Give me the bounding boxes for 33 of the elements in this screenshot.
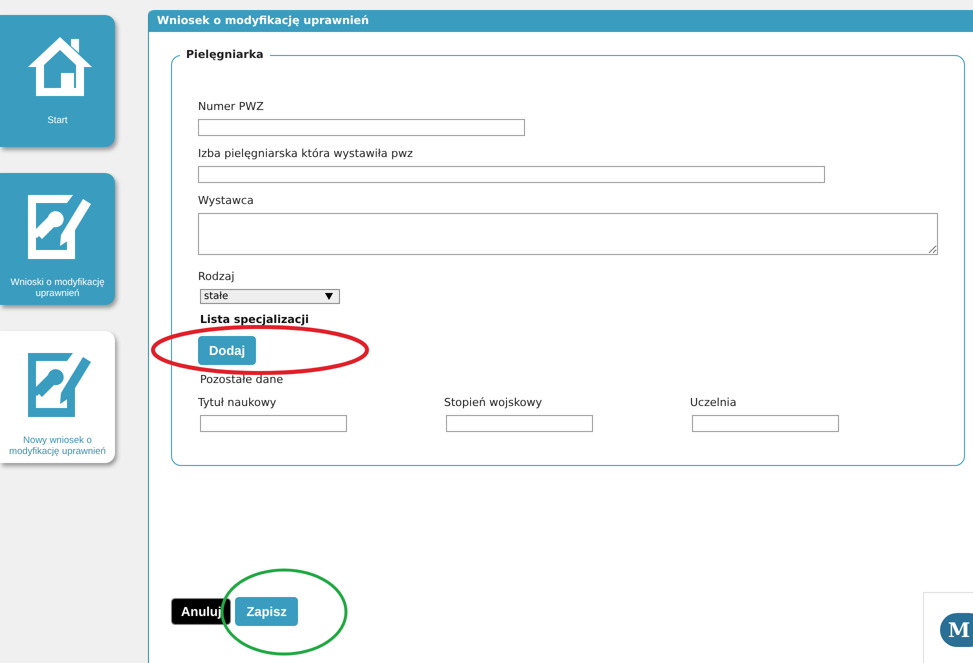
field-label: Stopień wojskowy	[444, 396, 544, 409]
sidebar-tile[interactable]: Start	[0, 15, 115, 147]
field-label: Rodzaj	[198, 270, 234, 283]
sidebar-tile[interactable]: Wnioski o modyfikację uprawnień	[0, 173, 115, 305]
text-area[interactable]	[198, 213, 938, 255]
input-field[interactable]	[200, 415, 347, 432]
fieldset-legend: Pielęgniarka	[180, 48, 270, 61]
chat-widget[interactable]: M	[923, 592, 973, 663]
input-field[interactable]	[446, 415, 593, 432]
input-field[interactable]	[198, 166, 825, 183]
dropdown-arrow-icon	[325, 293, 333, 300]
house-icon	[26, 35, 92, 97]
add-button[interactable]: Dodaj	[198, 336, 256, 365]
dropdown[interactable]: stałe	[200, 289, 340, 304]
tile-label: Start	[47, 115, 68, 126]
cancel-button[interactable]: Anuluj	[171, 598, 232, 625]
field-label: Wystawca	[198, 194, 254, 207]
field-label: Uczelnia	[690, 396, 738, 409]
input-field[interactable]	[692, 415, 839, 432]
field-label: Tytuł naukowy	[198, 396, 278, 409]
chat-bubble-icon: M	[940, 613, 973, 647]
panel-title: Wniosek o modyfikację uprawnień	[149, 10, 973, 32]
section-heading: Lista specjalizacji	[200, 313, 310, 326]
sidebar-tile[interactable]: Nowy wniosek o modyfikację uprawnień	[0, 331, 115, 463]
key-pen-icon	[26, 351, 92, 417]
key-pen-icon	[26, 193, 92, 259]
section-heading: Pozostałe dane	[200, 373, 284, 386]
tile-label: Nowy wniosek o modyfikację uprawnień	[8, 435, 107, 457]
field-label: Numer PWZ	[198, 100, 264, 113]
input-field[interactable]	[198, 119, 525, 136]
tile-label: Wnioski o modyfikację uprawnień	[10, 277, 106, 299]
save-button[interactable]: Zapisz	[235, 597, 298, 626]
field-label: Izba pielęgniarska która wystawiła pwz	[198, 147, 413, 160]
